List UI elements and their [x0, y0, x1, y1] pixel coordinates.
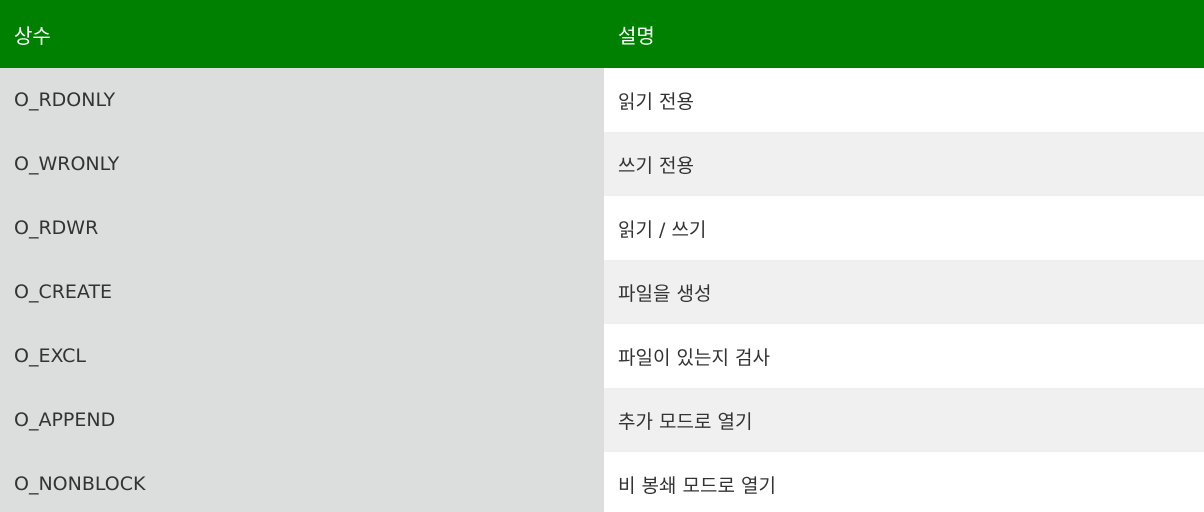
description-cell: 비 봉쇄 모드로 열기	[604, 452, 1204, 512]
table-row: O_RDONLY 읽기 전용	[0, 68, 1204, 132]
description-cell: 파일을 생성	[604, 260, 1204, 324]
constant-cell: O_RDONLY	[0, 68, 604, 132]
description-cell: 읽기 / 쓰기	[604, 196, 1204, 260]
table-row: O_EXCL 파일이 있는지 검사	[0, 324, 1204, 388]
constant-cell: O_APPEND	[0, 388, 604, 452]
table-row: O_RDWR 읽기 / 쓰기	[0, 196, 1204, 260]
header-description: 설명	[618, 23, 655, 48]
constant-cell: O_CREATE	[0, 260, 604, 324]
table-body: O_RDONLY 읽기 전용 O_WRONLY 쓰기 전용 O_RDWR 읽기 …	[0, 68, 1204, 512]
table-row: O_WRONLY 쓰기 전용	[0, 132, 1204, 196]
file-open-flags-table: 상수 설명 O_RDONLY 읽기 전용 O_WRONLY 쓰기 전용 O_RD…	[0, 0, 1204, 512]
table-row: O_CREATE 파일을 생성	[0, 260, 1204, 324]
description-cell: 읽기 전용	[604, 68, 1204, 132]
constant-cell: O_WRONLY	[0, 132, 604, 196]
table-header-row: 상수 설명	[0, 0, 1204, 68]
table-header: 상수 설명	[0, 0, 1204, 68]
table-row: O_APPEND 추가 모드로 열기	[0, 388, 1204, 452]
constant-cell: O_EXCL	[0, 324, 604, 388]
description-cell: 파일이 있는지 검사	[604, 324, 1204, 388]
constant-cell: O_NONBLOCK	[0, 452, 604, 512]
description-cell: 추가 모드로 열기	[604, 388, 1204, 452]
constant-cell: O_RDWR	[0, 196, 604, 260]
header-constant: 상수	[14, 23, 51, 48]
description-cell: 쓰기 전용	[604, 132, 1204, 196]
table-row: O_NONBLOCK 비 봉쇄 모드로 열기	[0, 452, 1204, 512]
